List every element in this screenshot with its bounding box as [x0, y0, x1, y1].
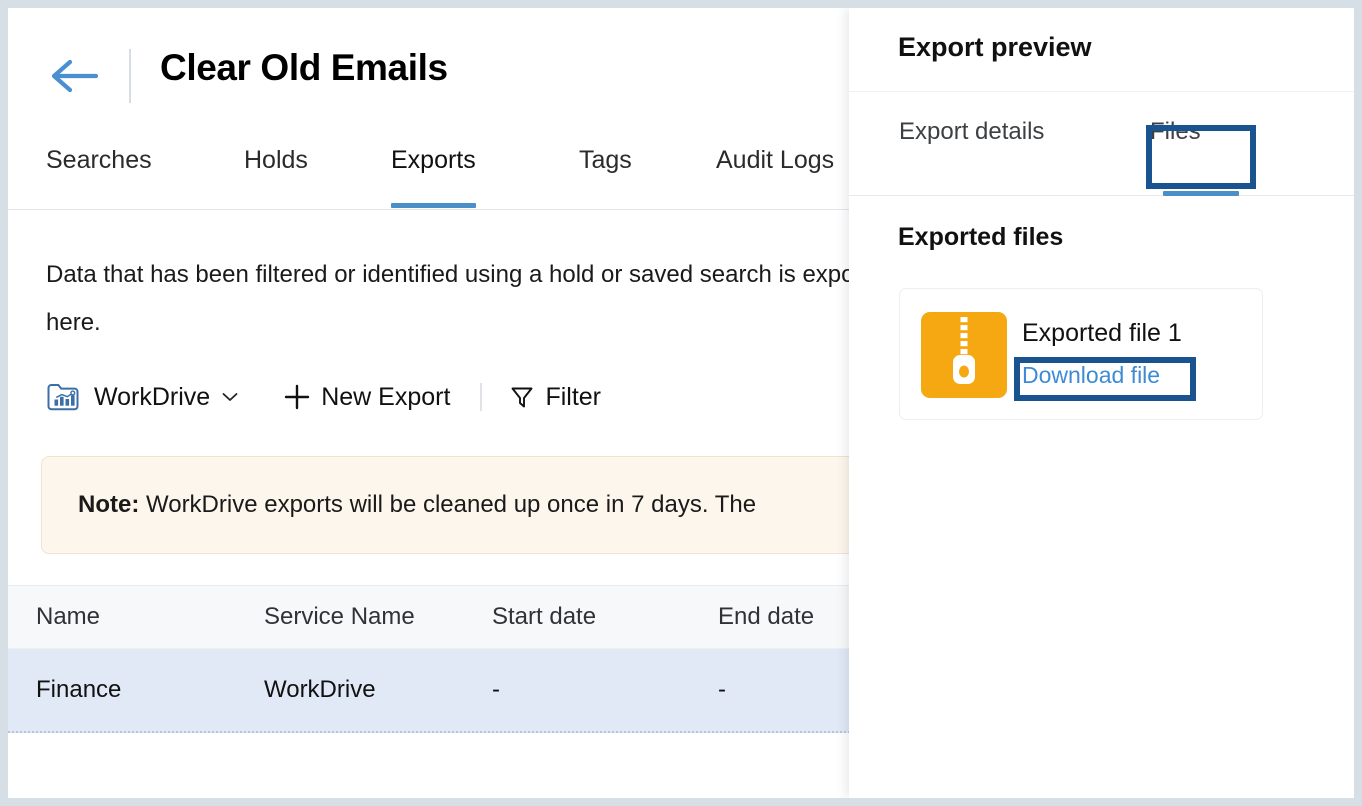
- cell-name: Finance: [36, 676, 122, 703]
- tab-label: Tags: [579, 146, 632, 174]
- export-preview-panel: Export preview Export details Files Expo…: [849, 8, 1354, 798]
- toolbar-divider: [480, 383, 483, 411]
- service-picker-dropdown[interactable]: WorkDrive: [46, 382, 238, 412]
- exported-file-card[interactable]: Exported file 1 Download file: [899, 288, 1263, 420]
- file-name: Exported file 1: [1022, 319, 1182, 347]
- tab-exports[interactable]: Exports: [391, 128, 476, 208]
- panel-tabbar: Export details Files: [849, 92, 1354, 196]
- column-header-end-date[interactable]: End date: [718, 586, 814, 648]
- column-header-start-date[interactable]: Start date: [492, 586, 596, 648]
- panel-tab-label: Files: [1150, 118, 1201, 145]
- tab-holds[interactable]: Holds: [244, 128, 308, 208]
- filter-label: Filter: [545, 382, 601, 411]
- tab-tags[interactable]: Tags: [579, 128, 632, 208]
- tab-export-details[interactable]: Export details: [899, 118, 1044, 196]
- active-tab-indicator: [391, 203, 476, 208]
- cell-start-date: -: [492, 676, 500, 703]
- note-prefix: Note:: [78, 491, 140, 518]
- download-file-link[interactable]: Download file: [1022, 362, 1160, 389]
- zip-file-icon: [921, 312, 1007, 398]
- cell-service-name: WorkDrive: [264, 676, 376, 703]
- chevron-down-icon: [222, 393, 238, 401]
- exports-toolbar: WorkDrive New Export Filter: [46, 374, 601, 420]
- new-export-label: New Export: [321, 382, 451, 411]
- service-picker-label: WorkDrive: [94, 382, 211, 411]
- header-divider: [129, 49, 131, 103]
- funnel-icon: [511, 387, 533, 408]
- tab-audit-logs[interactable]: Audit Logs: [716, 128, 834, 208]
- plus-icon: [285, 384, 310, 410]
- page-title: Clear Old Emails: [160, 47, 448, 88]
- column-header-service-name[interactable]: Service Name: [264, 586, 415, 648]
- app-window: Clear Old Emails Searches Holds Exports …: [8, 8, 1354, 798]
- new-export-button[interactable]: New Export: [284, 383, 450, 412]
- workdrive-folder-icon: [47, 384, 79, 411]
- arrow-left-icon: [51, 59, 99, 93]
- column-header-name[interactable]: Name: [36, 586, 100, 648]
- panel-tab-label: Export details: [899, 118, 1045, 145]
- exported-files-heading: Exported files: [898, 223, 1064, 251]
- cell-end-date: -: [718, 676, 726, 703]
- tab-label: Searches: [46, 146, 152, 174]
- tab-label: Holds: [244, 146, 308, 174]
- active-panel-tab-indicator: [1163, 191, 1239, 196]
- panel-header: Export preview: [849, 8, 1354, 92]
- tab-files[interactable]: Files: [1150, 118, 1239, 196]
- note-body: WorkDrive exports will be cleaned up onc…: [139, 491, 757, 518]
- back-button[interactable]: [48, 58, 100, 94]
- tab-searches[interactable]: Searches: [46, 128, 152, 208]
- note-text: Note: WorkDrive exports will be cleaned …: [78, 491, 756, 519]
- panel-title: Export preview: [898, 32, 1092, 62]
- filter-button[interactable]: Filter: [510, 383, 601, 412]
- page-description: Data that has been filtered or identifie…: [46, 261, 896, 336]
- tab-label: Exports: [391, 146, 476, 174]
- tab-label: Audit Logs: [716, 146, 835, 174]
